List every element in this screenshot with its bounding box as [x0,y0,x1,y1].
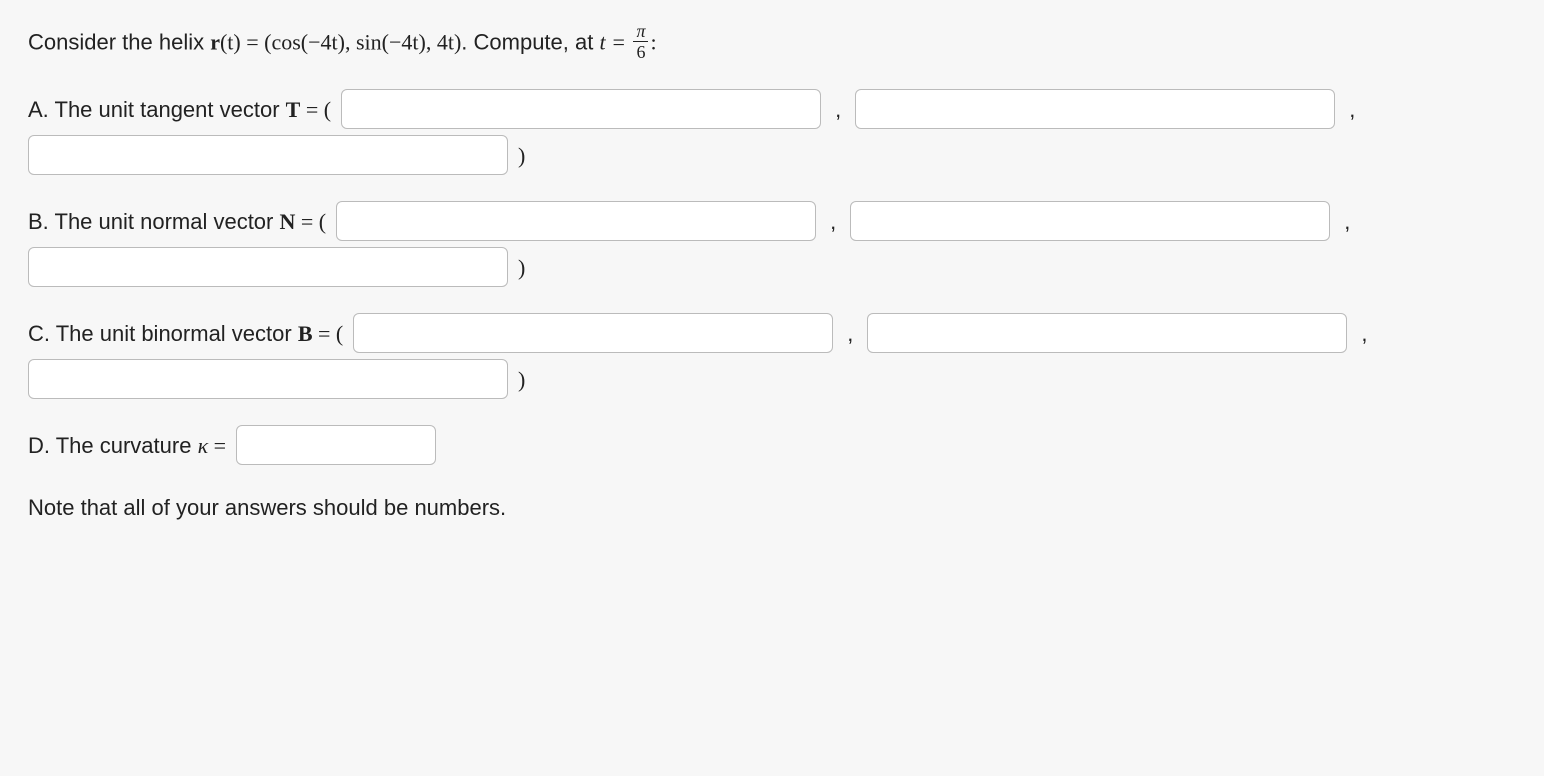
part-a-label: A. The unit tangent vector [28,97,286,122]
intro-frac-den: 6 [633,42,648,61]
part-b-input-1[interactable] [336,201,816,241]
part-b-comma-2: , [1344,205,1350,238]
part-c-comma-2: , [1361,317,1367,350]
note-row: Note that all of your answers should be … [28,491,1516,524]
intro-fraction: π6 [633,22,648,61]
part-b-symbol: N [280,209,296,234]
part-b-label-wrap: B. The unit normal vector N = ( [28,205,326,238]
part-b-close: ) [518,251,525,284]
part-c-input-1[interactable] [353,313,833,353]
intro-functions: cos(−4t), sin(−4t), 4t [271,29,453,54]
part-c-label-wrap: C. The unit binormal vector B = ( [28,317,343,350]
intro-text: Consider the helix r(t) = (cos(−4t), sin… [28,24,657,63]
part-a-input-2[interactable] [855,89,1335,129]
part-a-open: = ( [300,97,331,122]
part-a-symbol: T [286,97,301,122]
part-d-equals: = [208,433,226,458]
intro-tparen: (t) = ( [220,29,272,54]
problem-intro: Consider the helix r(t) = (cos(−4t), sin… [28,24,1516,63]
part-a-comma-2: , [1349,93,1355,126]
part-b-label: B. The unit normal vector [28,209,280,234]
part-c-comma-1: , [847,317,853,350]
part-d-row: D. The curvature κ = [28,425,1516,465]
part-d-input[interactable] [236,425,436,465]
part-b-row: B. The unit normal vector N = ( , , ) [28,201,1516,287]
part-c-symbol: B [298,321,313,346]
intro-colon: : [650,29,656,54]
part-a-close: ) [518,139,525,172]
part-c-label: C. The unit binormal vector [28,321,298,346]
part-d-label: D. The curvature [28,433,198,458]
part-c-row: C. The unit binormal vector B = ( , , ) [28,313,1516,399]
part-b-input-2[interactable] [850,201,1330,241]
part-b-comma-1: , [830,205,836,238]
part-a-input-1[interactable] [341,89,821,129]
intro-prefix: Consider the helix [28,29,210,54]
intro-frac-num: π [633,22,648,42]
part-c-close: ) [518,363,525,396]
part-a-comma-1: , [835,93,841,126]
part-c-input-3[interactable] [28,359,508,399]
intro-r: r [210,29,220,54]
part-b-input-3[interactable] [28,247,508,287]
part-d-label-wrap: D. The curvature κ = [28,429,226,462]
part-c-open: = ( [313,321,344,346]
part-a-label-wrap: A. The unit tangent vector T = ( [28,93,331,126]
part-d-symbol: κ [198,433,209,458]
part-c-input-2[interactable] [867,313,1347,353]
part-a-row: A. The unit tangent vector T = ( , , ) [28,89,1516,175]
note-text: Note that all of your answers should be … [28,491,506,524]
intro-teq: t = [599,29,631,54]
part-a-input-3[interactable] [28,135,508,175]
intro-compute: . Compute, at [461,29,599,54]
part-b-open: = ( [295,209,326,234]
